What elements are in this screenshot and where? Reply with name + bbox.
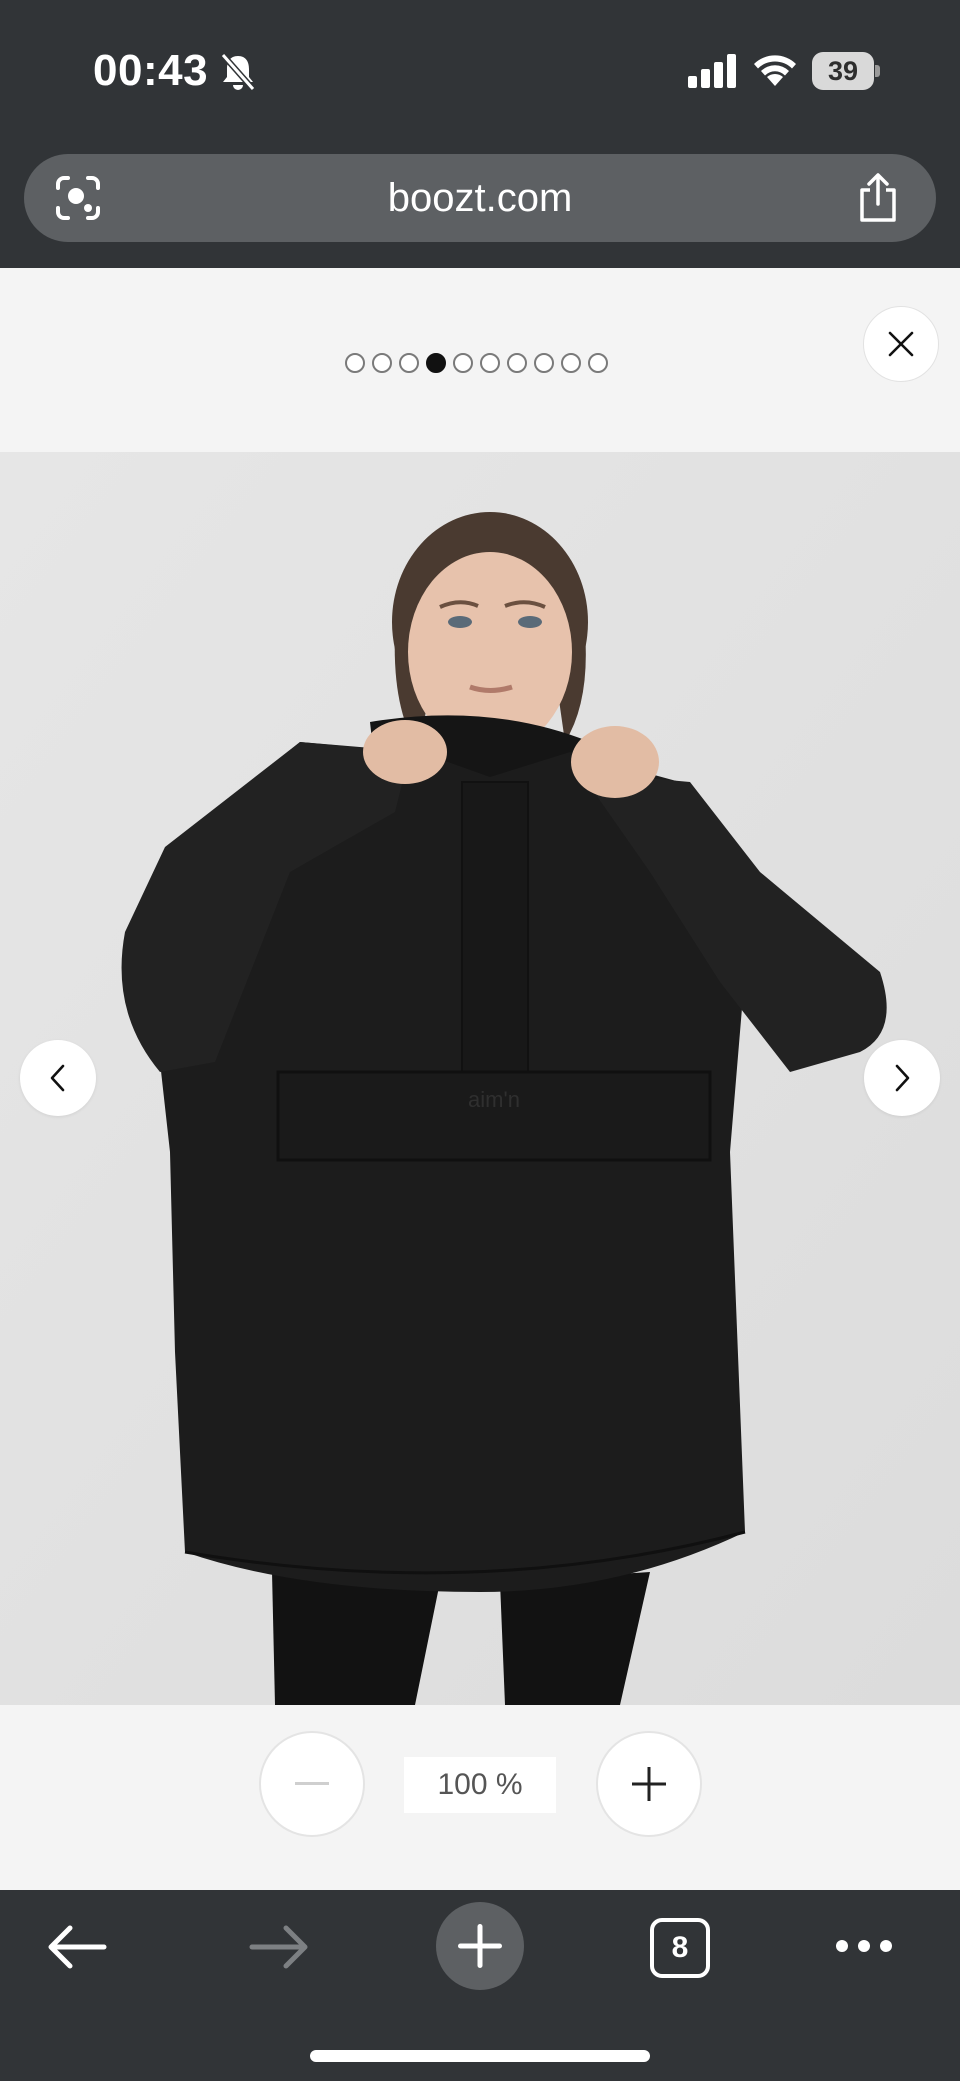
new-tab-plus-icon: [458, 1924, 502, 1968]
status-time: 00:43: [93, 46, 209, 95]
forward-arrow-icon[interactable]: [248, 1922, 310, 1972]
chevron-right-icon: [895, 1064, 910, 1092]
close-icon: [888, 331, 914, 357]
chevron-left-icon: [50, 1064, 65, 1092]
close-button[interactable]: [863, 306, 939, 382]
tabs-icon[interactable]: 8: [650, 1918, 710, 1978]
plus-icon: [632, 1767, 666, 1801]
gallery-header: [0, 268, 960, 452]
zoom-out-button[interactable]: [259, 1731, 365, 1837]
pagination-dot[interactable]: [561, 353, 581, 373]
pagination-dot[interactable]: [453, 353, 473, 373]
pagination-dot[interactable]: [399, 353, 419, 373]
more-icon[interactable]: [834, 1934, 894, 1958]
pagination-dot[interactable]: [345, 353, 365, 373]
cellular-signal-icon: [688, 54, 736, 88]
zoom-controls: 100 %: [0, 1705, 960, 1890]
previous-image-button[interactable]: [20, 1040, 96, 1116]
battery-icon: 39: [812, 52, 880, 90]
battery-level: 39: [827, 56, 859, 86]
bell-slash-icon: [220, 53, 256, 91]
product-image[interactable]: aim'n: [0, 452, 960, 1705]
browser-bottom-bar: 8: [0, 1890, 960, 2081]
zoom-in-button[interactable]: [596, 1731, 702, 1837]
pagination-dot[interactable]: [372, 353, 392, 373]
minus-icon: [295, 1782, 329, 1785]
address-bar[interactable]: boozt.com: [24, 154, 936, 242]
back-arrow-icon[interactable]: [46, 1922, 108, 1972]
wifi-icon: [754, 55, 796, 86]
url-text: boozt.com: [387, 176, 573, 220]
browser-toolbar: boozt.com: [0, 140, 960, 268]
pagination-dot[interactable]: [534, 353, 554, 373]
share-icon[interactable]: [854, 172, 902, 224]
pagination-dot[interactable]: [480, 353, 500, 373]
home-indicator[interactable]: [310, 2050, 650, 2062]
next-image-button[interactable]: [864, 1040, 940, 1116]
new-tab-button[interactable]: [436, 1902, 524, 1990]
pagination-dot[interactable]: [426, 353, 446, 373]
pagination-dot[interactable]: [507, 353, 527, 373]
product-photo-illustration: aim'n: [0, 452, 960, 1705]
zoom-level: 100 %: [404, 1757, 556, 1813]
jacket-logo: aim'n: [468, 1087, 520, 1112]
pagination-dot[interactable]: [588, 353, 608, 373]
pagination-dots: [345, 353, 608, 375]
status-bar: 00:43 39: [0, 0, 960, 140]
